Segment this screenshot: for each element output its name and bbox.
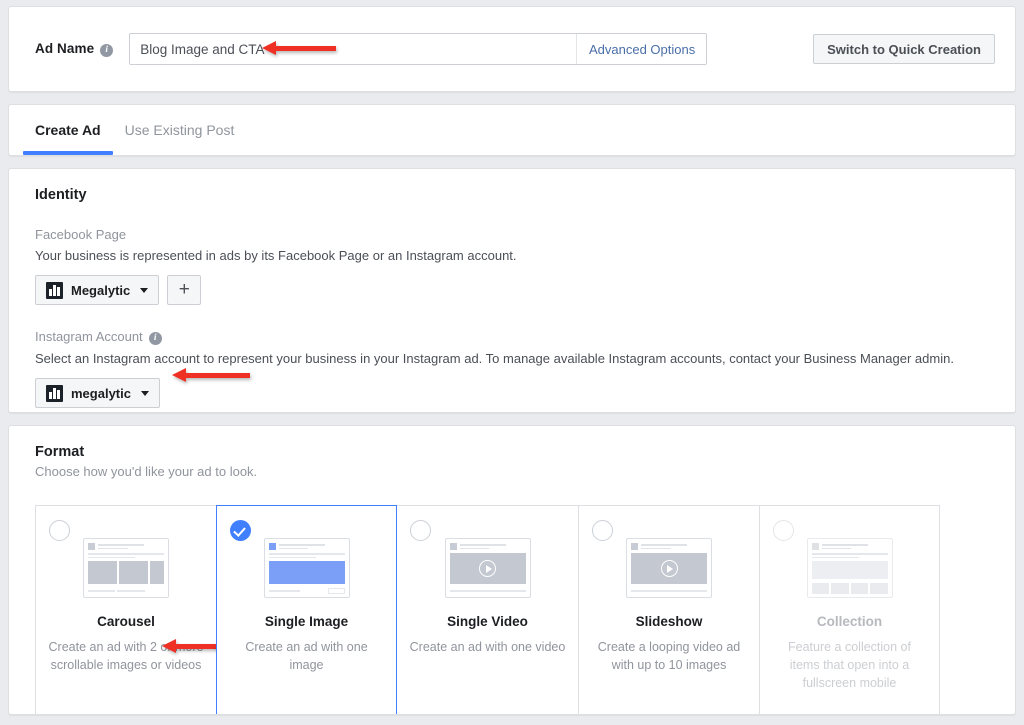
- format-section: Format Choose how you'd like your ad to …: [8, 425, 1016, 715]
- radio-icon[interactable]: [410, 520, 431, 541]
- radio-icon: [773, 520, 794, 541]
- ad-name-card: Ad Name i Advanced Options Switch to Quic…: [8, 6, 1016, 92]
- ads-manager-page: Ad Name i Advanced Options Switch to Quic…: [0, 0, 1024, 725]
- play-icon: [661, 560, 678, 577]
- identity-title: Identity: [35, 187, 995, 203]
- facebook-page-label: Facebook Page: [35, 227, 995, 242]
- single-video-label: Single Video: [409, 614, 566, 629]
- tab-use-existing-post[interactable]: Use Existing Post: [113, 105, 247, 155]
- carousel-preview-icon: [83, 538, 169, 598]
- slideshow-preview-icon: [626, 538, 712, 598]
- single-image-label: Single Image: [229, 614, 384, 629]
- format-subtitle: Choose how you'd like your ad to look.: [35, 464, 995, 479]
- megalytic-logo-icon: [46, 385, 63, 402]
- carousel-label: Carousel: [48, 614, 204, 629]
- play-icon: [479, 560, 496, 577]
- single-image-description: Create an ad with one image: [229, 638, 384, 674]
- advanced-options-link[interactable]: Advanced Options: [576, 34, 706, 64]
- facebook-page-row: Megalytic +: [35, 275, 995, 305]
- format-option-slideshow[interactable]: Slideshow Create a looping video ad with…: [578, 505, 759, 715]
- collection-label: Collection: [772, 614, 927, 629]
- ad-name-label: Ad Name i: [35, 41, 113, 57]
- ad-name-label-text: Ad Name: [35, 41, 94, 56]
- tab-create-ad[interactable]: Create Ad: [23, 105, 113, 155]
- instagram-account-label-text: Instagram Account: [35, 329, 143, 344]
- single-video-preview-icon: [445, 538, 531, 598]
- format-option-single-image[interactable]: Single Image Create an ad with one image: [216, 505, 397, 715]
- facebook-page-description: Your business is represented in ads by i…: [35, 248, 995, 263]
- instagram-account-row: megalytic: [35, 378, 995, 408]
- slideshow-label: Slideshow: [591, 614, 747, 629]
- format-option-collection: Collection Feature a collection of items…: [759, 505, 940, 715]
- collection-preview-icon: [807, 538, 893, 598]
- megalytic-logo-icon: [46, 282, 63, 299]
- collection-description: Feature a collection of items that open …: [772, 638, 927, 692]
- add-facebook-page-button[interactable]: +: [167, 275, 201, 305]
- radio-icon[interactable]: [49, 520, 70, 541]
- instagram-account-picker[interactable]: megalytic: [35, 378, 160, 408]
- carousel-description: Create an ad with 2 or more scrollable i…: [48, 638, 204, 674]
- facebook-page-picker[interactable]: Megalytic: [35, 275, 159, 305]
- identity-section: Identity Facebook Page Your business is …: [8, 168, 1016, 413]
- format-title: Format: [35, 444, 995, 460]
- format-options-grid: Carousel Create an ad with 2 or more scr…: [35, 505, 995, 715]
- ad-creation-tabs: Create Ad Use Existing Post: [8, 104, 1016, 156]
- instagram-account-selected-label: megalytic: [71, 386, 131, 401]
- chevron-down-icon: [141, 391, 149, 396]
- info-icon[interactable]: i: [100, 44, 113, 57]
- switch-to-quick-creation-button[interactable]: Switch to Quick Creation: [813, 34, 995, 64]
- format-option-single-video[interactable]: Single Video Create an ad with one video: [397, 505, 578, 715]
- chevron-down-icon: [140, 288, 148, 293]
- ad-name-input-wrapper: Advanced Options: [129, 33, 707, 65]
- info-icon[interactable]: i: [149, 332, 162, 345]
- single-video-description: Create an ad with one video: [409, 638, 566, 656]
- check-circle-icon[interactable]: [230, 520, 251, 541]
- format-option-carousel[interactable]: Carousel Create an ad with 2 or more scr…: [35, 505, 216, 715]
- instagram-account-description: Select an Instagram account to represent…: [35, 351, 995, 366]
- ad-name-input[interactable]: [130, 34, 576, 64]
- instagram-account-label: Instagram Account i: [35, 329, 995, 345]
- facebook-page-selected-label: Megalytic: [71, 283, 130, 298]
- slideshow-description: Create a looping video ad with up to 10 …: [591, 638, 747, 674]
- radio-icon[interactable]: [592, 520, 613, 541]
- single-image-preview-icon: [264, 538, 350, 598]
